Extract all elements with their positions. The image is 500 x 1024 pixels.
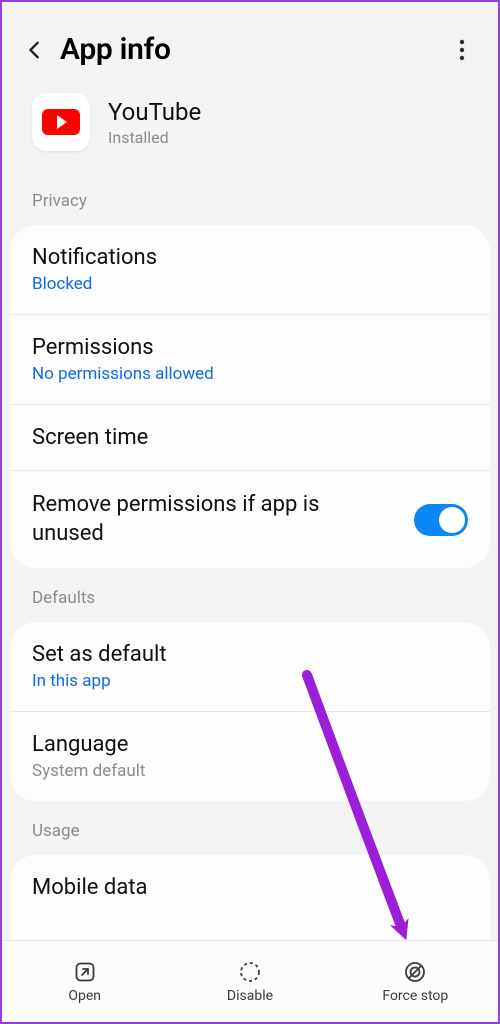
permissions-title: Permissions	[32, 335, 468, 360]
section-usage-label: Usage	[2, 801, 498, 855]
set-default-title: Set as default	[32, 642, 468, 667]
notifications-value: Blocked	[32, 274, 468, 294]
row-permissions[interactable]: Permissions No permissions allowed	[10, 314, 490, 404]
back-icon[interactable]	[22, 37, 48, 63]
notifications-title: Notifications	[32, 245, 468, 270]
disable-label: Disable	[227, 988, 273, 1004]
section-defaults-label: Defaults	[2, 568, 498, 622]
remove-permissions-title: Remove permissions if app is unused	[32, 491, 414, 548]
permissions-value: No permissions allowed	[32, 364, 468, 384]
mobile-data-title: Mobile data	[32, 875, 468, 900]
defaults-card: Set as default In this app Language Syst…	[10, 622, 490, 801]
screen-time-title: Screen time	[32, 425, 468, 450]
language-title: Language	[32, 732, 468, 757]
privacy-card: Notifications Blocked Permissions No per…	[10, 225, 490, 568]
youtube-app-icon	[32, 93, 90, 151]
disable-button[interactable]: Disable	[167, 941, 332, 1022]
row-screen-time[interactable]: Screen time	[10, 404, 490, 470]
open-label: Open	[68, 988, 101, 1004]
force-stop-icon	[403, 960, 427, 984]
page-title: App info	[60, 32, 450, 67]
section-privacy-label: Privacy	[2, 171, 498, 225]
open-icon	[73, 960, 97, 984]
row-language[interactable]: Language System default	[10, 711, 490, 801]
usage-card: Mobile data	[10, 855, 490, 940]
row-mobile-data[interactable]: Mobile data	[10, 855, 490, 940]
row-remove-permissions[interactable]: Remove permissions if app is unused	[10, 470, 490, 568]
app-status: Installed	[108, 128, 201, 147]
open-button[interactable]: Open	[2, 941, 167, 1022]
app-identity: YouTube Installed	[2, 89, 498, 171]
disable-icon	[238, 960, 262, 984]
language-value: System default	[32, 761, 468, 781]
row-notifications[interactable]: Notifications Blocked	[10, 225, 490, 314]
more-icon[interactable]	[450, 38, 474, 62]
force-stop-button[interactable]: Force stop	[333, 941, 498, 1022]
force-stop-label: Force stop	[382, 988, 448, 1004]
set-default-value: In this app	[32, 671, 468, 691]
header: App info	[2, 2, 498, 89]
bottom-action-bar: Open Disable Force stop	[2, 940, 498, 1022]
app-name: YouTube	[108, 98, 201, 126]
row-set-default[interactable]: Set as default In this app	[10, 622, 490, 711]
remove-permissions-toggle[interactable]	[414, 504, 468, 536]
toggle-knob	[439, 507, 465, 533]
